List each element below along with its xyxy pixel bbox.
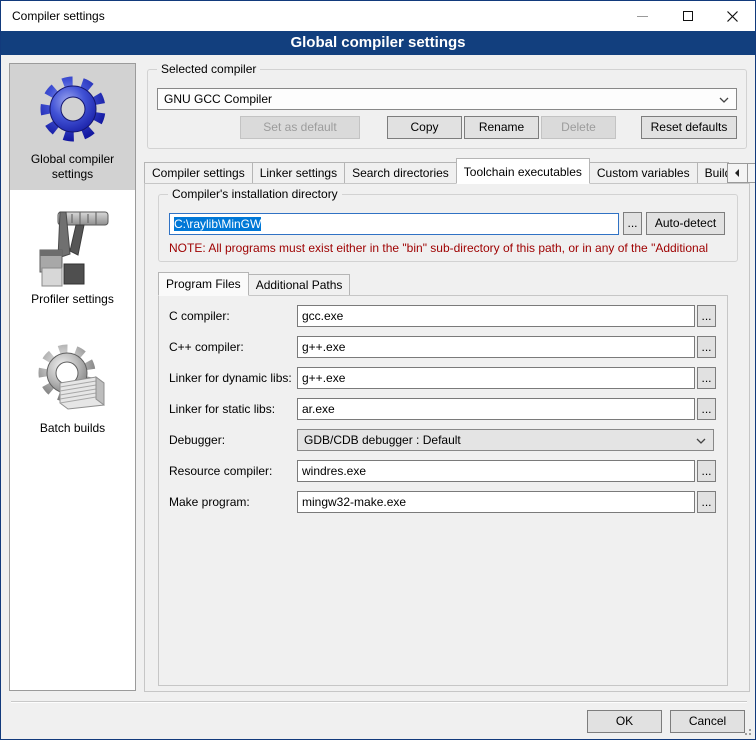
resource-compiler-label: Resource compiler: <box>169 464 297 478</box>
maximize-button[interactable] <box>665 1 710 31</box>
field-row-dynamic-linker: Linker for dynamic libs: ... <box>169 367 717 389</box>
cpp-compiler-label: C++ compiler: <box>169 340 297 354</box>
resize-grip[interactable] <box>742 726 752 736</box>
cancel-button[interactable]: Cancel <box>670 710 745 733</box>
sidebar-item-profiler-settings[interactable]: Profiler settings <box>10 198 135 315</box>
ok-button[interactable]: OK <box>587 710 662 733</box>
batch-builds-icon <box>34 339 112 417</box>
install-dir-selected-text: C:\raylib\MinGW <box>174 217 261 231</box>
c-compiler-browse-button[interactable]: ... <box>697 305 716 327</box>
tab-search-directories[interactable]: Search directories <box>344 162 457 183</box>
chevron-down-icon <box>696 438 706 444</box>
install-dir-input[interactable]: C:\raylib\MinGW <box>169 213 619 235</box>
set-as-default-button[interactable]: Set as default <box>240 116 360 139</box>
field-row-resource-compiler: Resource compiler: ... <box>169 460 717 482</box>
selected-compiler-value: GNU GCC Compiler <box>164 92 272 106</box>
static-linker-label: Linker for static libs: <box>169 402 297 416</box>
titlebar[interactable]: Compiler settings <box>1 1 755 31</box>
debugger-value: GDB/CDB debugger : Default <box>304 433 461 447</box>
resource-compiler-input[interactable] <box>297 460 695 482</box>
debugger-label: Debugger: <box>169 433 297 447</box>
install-dir-browse-button[interactable]: ... <box>623 212 642 235</box>
chevron-down-icon <box>719 97 729 103</box>
field-row-c-compiler: C compiler: ... <box>169 305 717 327</box>
field-row-static-linker: Linker for static libs: ... <box>169 398 717 420</box>
subtab-program-files[interactable]: Program Files <box>158 272 249 296</box>
close-icon <box>727 11 738 22</box>
c-compiler-input[interactable] <box>297 305 695 327</box>
selected-compiler-legend: Selected compiler <box>157 62 260 77</box>
dynamic-linker-label: Linker for dynamic libs: <box>169 371 297 385</box>
field-row-make-program: Make program: ... <box>169 491 717 513</box>
delete-button[interactable]: Delete <box>541 116 616 139</box>
sidebar-item-label: Batch builds <box>40 421 105 435</box>
selected-compiler-combobox[interactable]: GNU GCC Compiler <box>157 88 737 110</box>
settings-category-sidebar: Global compiler settings Profiler settin… <box>9 63 136 691</box>
sidebar-item-label: Profiler settings <box>31 292 114 306</box>
subtab-additional-paths[interactable]: Additional Paths <box>248 274 351 295</box>
window-controls <box>620 1 755 31</box>
bin-subdirectory-note: NOTE: All programs must exist either in … <box>169 241 727 255</box>
sidebar-item-global-compiler-settings[interactable]: Global compiler settings <box>10 64 135 190</box>
auto-detect-button[interactable]: Auto-detect <box>646 212 725 235</box>
compiler-buttons-row: Set as default Copy Rename Delete Reset … <box>157 116 737 139</box>
program-files-panel: C compiler: ... C++ compiler: ... Linker… <box>158 295 728 686</box>
compiler-settings-tabstrip: Compiler settings Linker settings Search… <box>144 157 750 183</box>
tab-compiler-settings[interactable]: Compiler settings <box>144 162 253 183</box>
tab-linker-settings[interactable]: Linker settings <box>252 162 345 183</box>
minimize-button[interactable] <box>620 1 665 31</box>
compiler-settings-dialog: Compiler settings Global compiler settin… <box>0 0 756 740</box>
make-program-label: Make program: <box>169 495 297 509</box>
close-button[interactable] <box>710 1 755 31</box>
installation-directory-group: Compiler's installation directory C:\ray… <box>158 194 738 262</box>
window-title: Compiler settings <box>12 1 105 31</box>
field-row-cpp-compiler: C++ compiler: ... <box>169 336 717 358</box>
profiler-settings-icon <box>32 206 114 288</box>
rename-button[interactable]: Rename <box>464 116 539 139</box>
cpp-compiler-browse-button[interactable]: ... <box>697 336 716 358</box>
dynamic-linker-browse-button[interactable]: ... <box>697 367 716 389</box>
main-content: Selected compiler GNU GCC Compiler Set a… <box>144 63 750 692</box>
sidebar-item-batch-builds[interactable]: Batch builds <box>10 331 135 444</box>
maximize-icon <box>683 11 693 21</box>
make-program-input[interactable] <box>297 491 695 513</box>
footer-divider <box>11 701 747 703</box>
static-linker-input[interactable] <box>297 398 695 420</box>
tab-scroll-controls <box>728 163 756 183</box>
program-files-tabstrip: Program Files Additional Paths <box>158 271 741 295</box>
cpp-compiler-input[interactable] <box>297 336 695 358</box>
c-compiler-label: C compiler: <box>169 309 297 323</box>
reset-defaults-button[interactable]: Reset defaults <box>641 116 737 139</box>
tab-toolchain-executables[interactable]: Toolchain executables <box>456 158 590 184</box>
global-compiler-settings-icon <box>35 72 111 148</box>
tab-build-options[interactable]: Build <box>697 162 729 183</box>
tab-scroll-right-button[interactable] <box>747 163 756 183</box>
make-program-browse-button[interactable]: ... <box>697 491 716 513</box>
dialog-banner: Global compiler settings <box>1 31 755 55</box>
debugger-combobox[interactable]: GDB/CDB debugger : Default <box>297 429 714 451</box>
minimize-icon <box>637 16 648 17</box>
installation-directory-row: C:\raylib\MinGW ... Auto-detect <box>169 212 727 235</box>
installation-directory-legend: Compiler's installation directory <box>168 187 342 202</box>
copy-button[interactable]: Copy <box>387 116 462 139</box>
static-linker-browse-button[interactable]: ... <box>697 398 716 420</box>
sidebar-item-label: Global compiler settings <box>31 152 114 181</box>
selected-compiler-group: Selected compiler GNU GCC Compiler Set a… <box>147 69 747 149</box>
dynamic-linker-input[interactable] <box>297 367 695 389</box>
toolchain-executables-panel: Compiler's installation directory C:\ray… <box>144 183 750 692</box>
resource-compiler-browse-button[interactable]: ... <box>697 460 716 482</box>
field-row-debugger: Debugger: GDB/CDB debugger : Default <box>169 429 717 451</box>
arrow-left-icon <box>734 169 740 177</box>
tab-scroll-left-button[interactable] <box>727 163 748 183</box>
tab-custom-variables[interactable]: Custom variables <box>589 162 698 183</box>
